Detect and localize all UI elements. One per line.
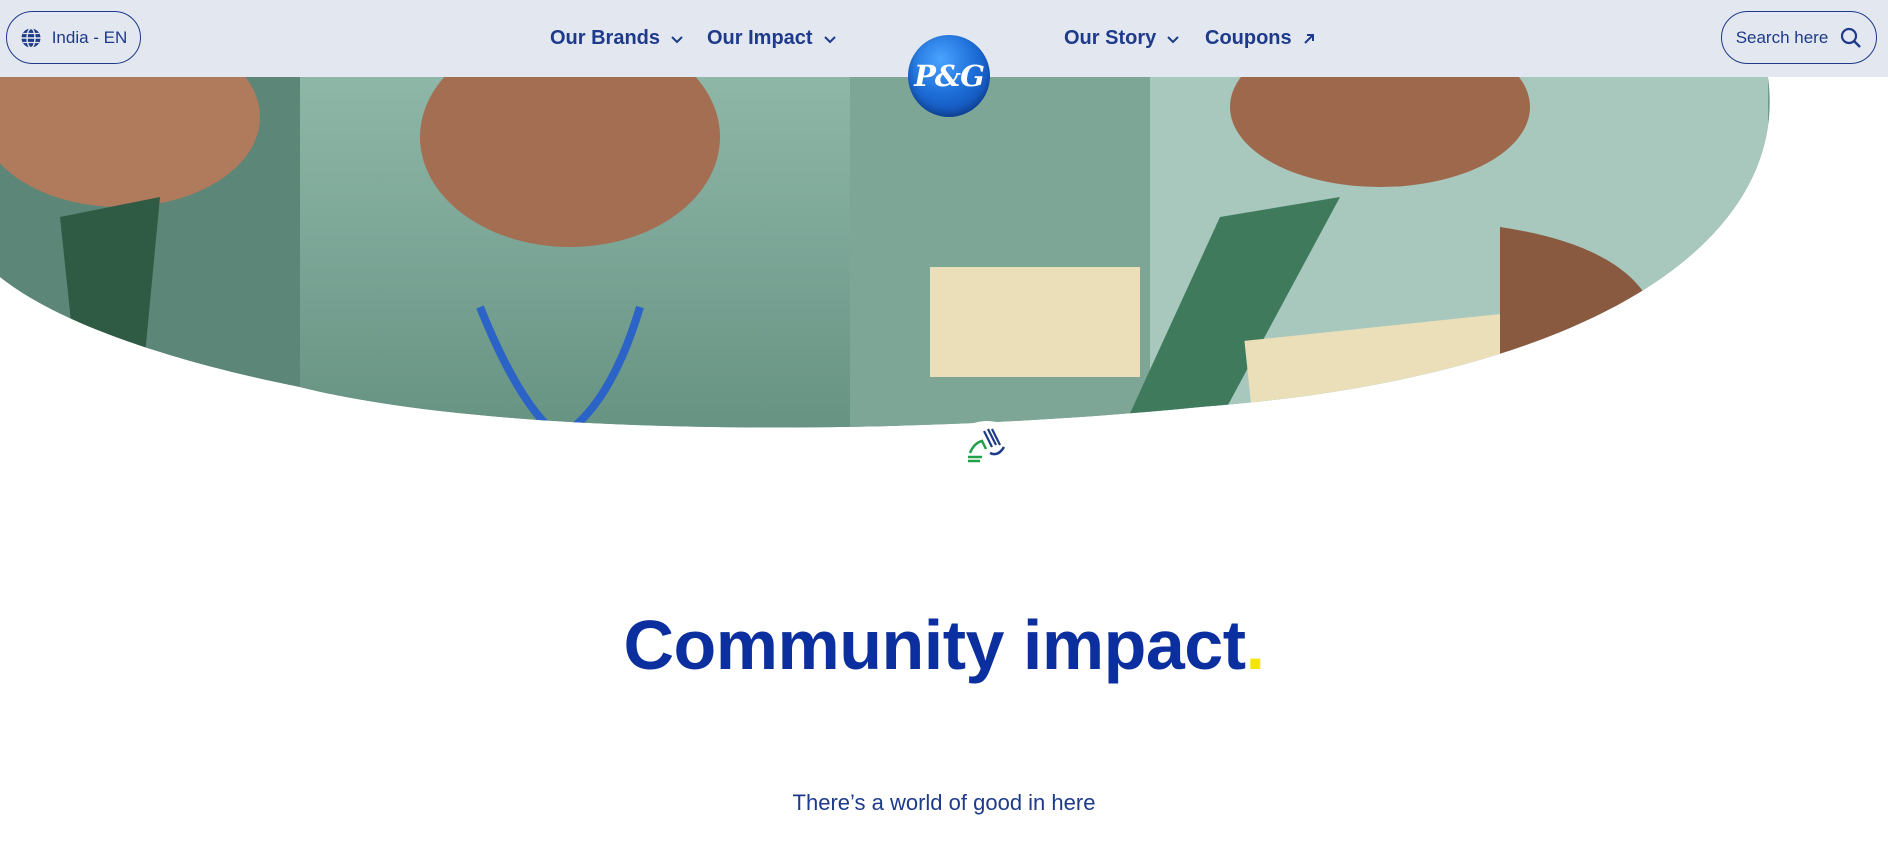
hero-image (0, 77, 1888, 497)
nav-our-story-label: Our Story (1064, 27, 1157, 49)
chevron-down-icon (1166, 32, 1180, 46)
search-button[interactable]: Search here (1721, 11, 1877, 64)
chevron-down-icon (670, 32, 684, 46)
search-label: Search here (1735, 27, 1829, 47)
page-subtitle: There’s a world of good in here (792, 790, 1096, 815)
page-title-text: Community impact (623, 606, 1246, 684)
nav-our-brands-label: Our Brands (550, 27, 661, 49)
nav-our-brands[interactable]: Our Brands (550, 0, 684, 77)
globe-icon (20, 27, 42, 49)
arrow-up-right-icon (1302, 32, 1316, 46)
nav-our-impact[interactable]: Our Impact (707, 0, 837, 77)
community-badge (943, 421, 1031, 509)
page: India - EN Our Brands Our Impact Our Sto… (0, 0, 1888, 865)
page-title: Community impact. (0, 605, 1888, 685)
locale-label: India - EN (51, 27, 128, 47)
nav-coupons-label: Coupons (1205, 27, 1292, 49)
page-title-dot: . (1245, 606, 1265, 684)
community-hands-icon (964, 423, 1010, 474)
nav-coupons-link[interactable]: Coupons (1205, 0, 1316, 77)
locale-selector-button[interactable]: India - EN (6, 11, 141, 64)
nav-our-story[interactable]: Our Story (1064, 0, 1180, 77)
nav-our-impact-label: Our Impact (707, 27, 813, 49)
pg-logo[interactable]: P&G (908, 35, 990, 117)
chevron-down-icon (823, 32, 837, 46)
search-icon (1840, 27, 1862, 49)
